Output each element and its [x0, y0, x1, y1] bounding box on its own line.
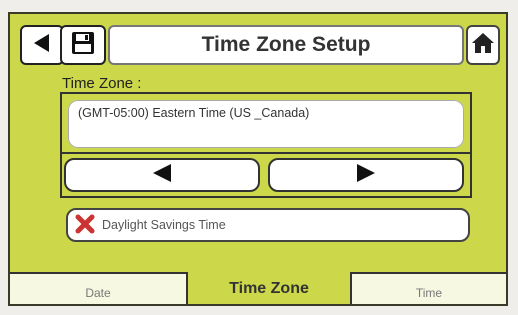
floppy-disk-icon — [71, 31, 95, 60]
red-x-icon — [74, 213, 96, 238]
daylight-savings-label: Daylight Savings Time — [102, 218, 226, 232]
tab-time-zone-label: Time Zone — [229, 280, 309, 297]
previous-time-zone-button[interactable] — [64, 158, 260, 192]
left-triangle-icon — [151, 163, 173, 188]
back-arrow-icon — [31, 32, 53, 59]
time-zone-label: Time Zone : — [62, 75, 142, 92]
tab-bar: Date Time Zone Time — [10, 272, 506, 304]
tab-date-label: Date — [85, 286, 111, 300]
right-triangle-icon — [355, 163, 377, 188]
touch-screen: Time Zone Setup Time Zone : (GMT-05:00) … — [8, 12, 508, 306]
tab-time-label: Time — [415, 286, 443, 300]
page-title: Time Zone Setup — [108, 25, 464, 65]
next-time-zone-button[interactable] — [268, 158, 464, 192]
back-button[interactable] — [20, 25, 64, 65]
divider — [62, 152, 470, 154]
tab-time-zone[interactable]: Time Zone — [188, 272, 350, 304]
home-icon — [471, 31, 495, 60]
time-zone-panel: (GMT-05:00) Eastern Time (US _Canada) — [60, 92, 472, 198]
save-button[interactable] — [60, 25, 106, 65]
daylight-savings-toggle[interactable]: Daylight Savings Time — [66, 208, 470, 242]
home-button[interactable] — [466, 25, 500, 65]
tab-time[interactable]: Time — [350, 272, 506, 304]
top-bar: Time Zone Setup — [20, 25, 500, 67]
time-zone-value: (GMT-05:00) Eastern Time (US _Canada) — [68, 100, 464, 148]
tab-date[interactable]: Date — [10, 272, 188, 304]
